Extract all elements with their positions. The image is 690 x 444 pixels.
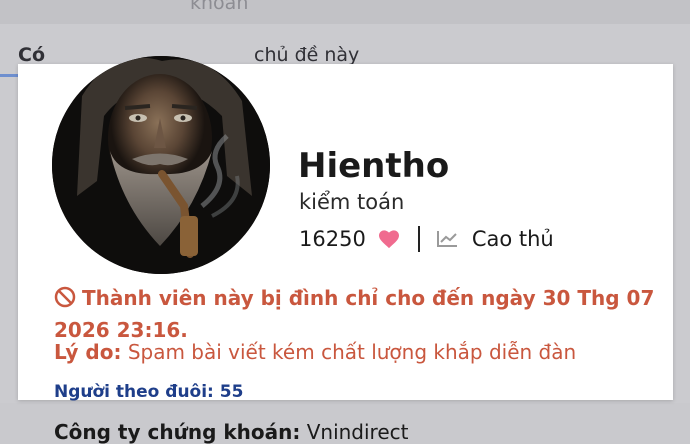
stats-divider [417,226,420,252]
ban-icon [54,286,76,316]
avatar[interactable] [52,56,270,274]
followers-count[interactable]: Người theo đuôi: 55 [54,382,243,402]
company-info: Công ty chứng khoán: Vnindirect [54,420,409,444]
user-stats: 16250 Cao thủ [299,225,554,253]
ban-message: Thành viên này bị đình chỉ cho đến ngày … [54,286,655,342]
background-active-indicator [0,74,20,77]
background-topic-text: chủ đề này [254,44,360,66]
heart-icon [378,229,400,249]
background-header-strip [0,0,690,24]
company-label: Công ty chứng khoán: [54,420,301,444]
ban-reason: Lý do: Spam bài viết kém chất lượng khắp… [54,340,576,364]
reason-label: Lý do: [54,340,122,364]
user-card-popup: Hientho kiểm toán 16250 Cao thủ Thành vi… [18,56,673,444]
username[interactable]: Hientho [298,146,449,186]
reason-text: Spam bài viết kém chất lượng khắp diễn đ… [127,340,577,364]
chart-line-icon [436,230,458,248]
user-title: kiểm toán [299,190,405,214]
background-top-text: khoản [190,0,249,14]
company-value: Vnindirect [306,420,409,444]
background-tab-text: Có [18,44,45,66]
rank-label: Cao thủ [471,227,554,251]
ban-notice: Thành viên này bị đình chỉ cho đến ngày … [54,284,664,345]
likes-count: 16250 [299,227,366,251]
